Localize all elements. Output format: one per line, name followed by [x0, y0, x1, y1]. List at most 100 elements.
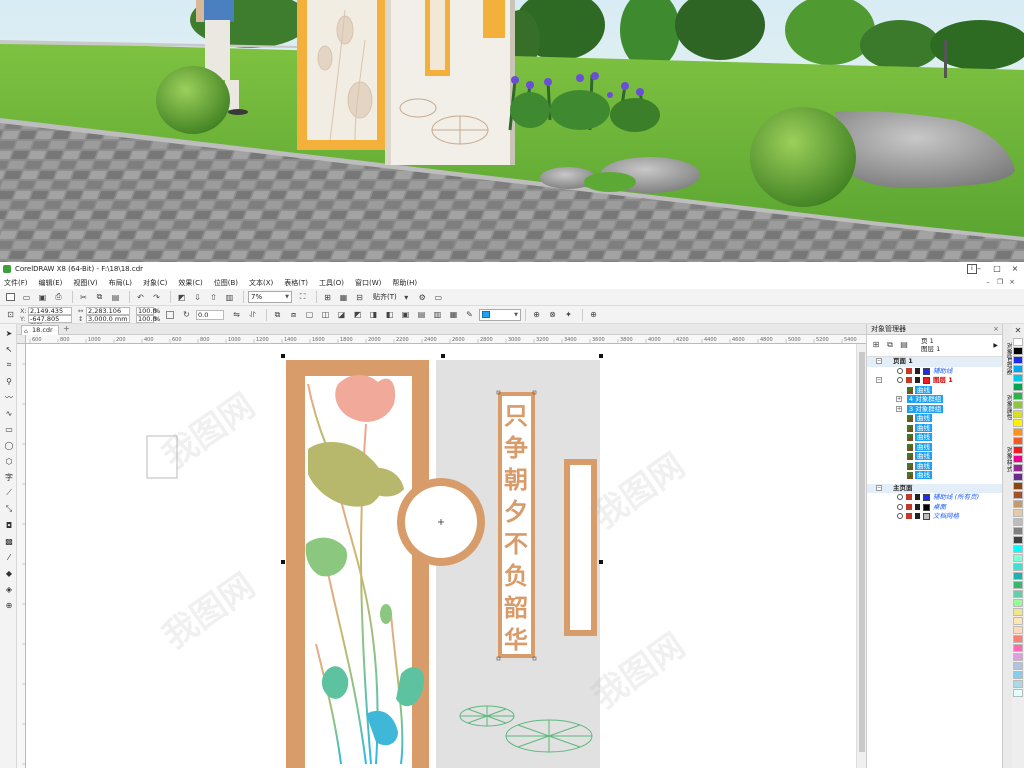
print-toggle-icon[interactable] — [906, 503, 912, 510]
color-swatch[interactable] — [1013, 401, 1023, 409]
menu-file[interactable]: 文件(F) — [4, 278, 28, 288]
more-options-icon[interactable]: ▶ — [993, 342, 998, 349]
zoom-tool-icon[interactable]: ⚲ — [3, 375, 15, 387]
tree-layer-1[interactable]: − 图层 1 — [867, 376, 1002, 386]
interactive-fill-icon[interactable]: ◆ — [3, 567, 15, 579]
color-swatch[interactable] — [1013, 383, 1023, 391]
color-swatch[interactable] — [1013, 554, 1023, 562]
eyedropper-tool-icon[interactable]: ⁄ — [3, 551, 15, 563]
menu-edit[interactable]: 编辑(E) — [39, 278, 63, 288]
color-swatch[interactable] — [1013, 662, 1023, 670]
convert-to-curves-icon[interactable]: ⊕ — [530, 309, 543, 321]
close-docker-icon[interactable]: × — [993, 324, 999, 335]
save-icon[interactable]: ▣ — [36, 291, 49, 303]
color-swatch[interactable] — [1013, 644, 1023, 652]
color-swatch[interactable] — [1013, 455, 1023, 463]
menu-effects[interactable]: 效果(C) — [178, 278, 202, 288]
weld-icon[interactable]: ◪ — [335, 309, 348, 321]
tree-item-curve[interactable]: 曲线 — [867, 414, 1002, 424]
page-thumbnail[interactable] — [146, 435, 178, 479]
ellipse-tool-icon[interactable]: ◯ — [3, 439, 15, 451]
show-properties-icon[interactable]: ⊞ — [871, 340, 881, 350]
lock-icon[interactable] — [915, 377, 920, 383]
color-swatch[interactable] — [1013, 509, 1023, 517]
color-swatch[interactable] — [1013, 500, 1023, 508]
drawing-canvas[interactable]: 只 争 朝 夕 不 负 韶 华 我图网 我图网 我图网 我图网 — [26, 344, 856, 768]
add-tool-icon[interactable]: ⊕ — [3, 599, 15, 611]
small-window-frame[interactable] — [564, 459, 597, 636]
doc-close-button[interactable]: × — [1006, 276, 1018, 289]
drop-shadow-icon[interactable]: ◘ — [3, 519, 15, 531]
new-document-icon[interactable] — [4, 291, 17, 303]
doc-minimize-button[interactable]: – — [982, 276, 994, 289]
color-swatch[interactable] — [1013, 374, 1023, 382]
tree-item-curve[interactable]: 曲线 — [867, 471, 1002, 481]
export-icon[interactable]: ⇧ — [207, 291, 220, 303]
color-swatch[interactable] — [1013, 464, 1023, 472]
doc-restore-button[interactable]: ❐ — [994, 276, 1006, 289]
color-swatch[interactable] — [1013, 491, 1023, 499]
group-icon[interactable]: ⧉ — [271, 309, 284, 321]
color-swatch[interactable] — [1013, 527, 1023, 535]
color-swatch[interactable] — [1013, 689, 1023, 697]
pick-tool-icon[interactable]: ➤ — [3, 327, 15, 339]
show-grid-icon[interactable]: ▦ — [337, 291, 350, 303]
print-icon[interactable]: ⎙ — [52, 291, 65, 303]
tree-layer-grid[interactable]: 文档网格 — [867, 512, 1002, 522]
color-swatch[interactable] — [1013, 356, 1023, 364]
tree-page-1[interactable]: − 页面 1 — [867, 357, 1002, 367]
visibility-icon[interactable] — [897, 367, 903, 374]
vertical-ruler[interactable] — [17, 344, 26, 768]
back-minus-front-icon[interactable]: ▤ — [415, 309, 428, 321]
smart-fill-icon[interactable]: ◈ — [3, 583, 15, 595]
snap-dropdown-icon[interactable]: ▾ — [400, 291, 413, 303]
combine-icon[interactable]: ◫ — [319, 309, 332, 321]
simplify-icon[interactable]: ◧ — [383, 309, 396, 321]
open-icon[interactable]: ▭ — [20, 291, 33, 303]
tree-layer-guides[interactable]: 辅助线 — [867, 367, 1002, 377]
ruler-origin[interactable] — [17, 335, 26, 344]
cut-icon[interactable]: ✂ — [77, 291, 90, 303]
color-swatch[interactable] — [1013, 545, 1023, 553]
color-swatch[interactable] — [1013, 599, 1023, 607]
color-swatch[interactable] — [1013, 428, 1023, 436]
color-swatch[interactable] — [1013, 671, 1023, 679]
print-toggle-icon[interactable] — [906, 494, 912, 500]
text-tool-icon[interactable]: 字 — [3, 471, 15, 483]
front-minus-back-icon[interactable]: ▣ — [399, 309, 412, 321]
tree-layer-desktop[interactable]: 桌面 — [867, 503, 1002, 513]
lotus-leaf-left[interactable] — [459, 705, 515, 727]
docker-tab-object-manager[interactable]: 对象管理器 — [1004, 342, 1013, 375]
tree-item-group-4[interactable]: + 4 对象群组 — [867, 395, 1002, 405]
color-swatch[interactable] — [1013, 518, 1023, 526]
tree-item-group-3[interactable]: + 3 对象群组 — [867, 404, 1002, 415]
parallel-dimension-icon[interactable]: ⟋ — [3, 487, 15, 499]
intersect-icon[interactable]: ◨ — [367, 309, 380, 321]
layer-color-swatch[interactable] — [923, 377, 930, 384]
visibility-icon[interactable] — [897, 513, 903, 519]
color-swatch[interactable] — [1013, 338, 1023, 346]
tree-master-page[interactable]: − 主页面 — [867, 483, 1002, 493]
menu-object[interactable]: 对象(C) — [143, 278, 167, 288]
menu-table[interactable]: 表格(T) — [284, 278, 308, 288]
scale-y-input[interactable]: 100.0 — [136, 314, 157, 323]
color-swatch[interactable] — [1013, 617, 1023, 625]
tree-item-curve[interactable]: 曲线 — [867, 423, 1002, 434]
lock-icon[interactable] — [915, 513, 920, 519]
tree-item-curve[interactable]: 曲线 — [867, 385, 1002, 396]
horizontal-ruler[interactable]: 600 800 1000 200 400 600 800 1000 1200 1400 1600 18… — [26, 335, 866, 344]
rotation-input[interactable]: 0.0 — [196, 309, 224, 320]
search-content-icon[interactable]: ◩ — [175, 291, 188, 303]
menu-tools[interactable]: 工具(O) — [319, 278, 344, 288]
expand-icon[interactable]: + — [896, 396, 902, 402]
show-guidelines-icon[interactable]: ⊟ — [353, 291, 366, 303]
zoom-level-select[interactable]: 7% ▼ — [248, 291, 292, 303]
settings-gear-icon[interactable]: ⚙ — [416, 291, 429, 303]
document-tab[interactable]: ⌂ 18.cdr — [21, 325, 59, 335]
color-swatch[interactable] — [1013, 392, 1023, 400]
tree-item-curve[interactable]: 曲线 — [867, 452, 1002, 462]
undo-icon[interactable]: ↶ — [134, 291, 147, 303]
visibility-icon[interactable] — [897, 494, 903, 500]
trim-icon[interactable]: ◩ — [351, 309, 364, 321]
layer-color-swatch[interactable] — [923, 367, 930, 375]
